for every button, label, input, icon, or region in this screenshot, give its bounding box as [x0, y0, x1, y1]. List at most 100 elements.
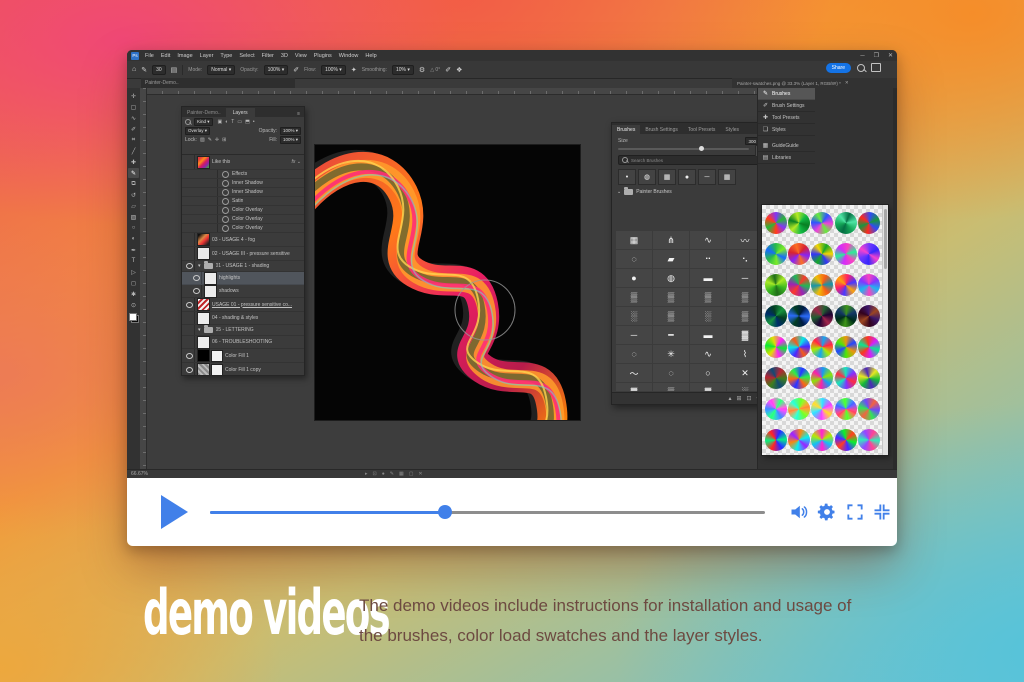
layer-row[interactable]: Inner Shadow	[182, 188, 304, 197]
overlay-icon[interactable]: ▢	[409, 471, 414, 477]
blur-tool-icon[interactable]: ○	[128, 223, 139, 233]
brush-preset[interactable]: 〜	[616, 364, 652, 382]
visibility-toggle[interactable]	[185, 155, 195, 169]
mode-select[interactable]: Normal ▾	[207, 65, 235, 75]
opacity-select[interactable]: 100% ▾	[264, 65, 289, 75]
eraser-tool-icon[interactable]: ▱	[128, 201, 139, 211]
dock-brush-settings[interactable]: ✐Brush Settings	[758, 100, 815, 112]
brush-preset[interactable]: ▒	[616, 288, 652, 306]
layer-row[interactable]: 06 - TROUBLESHOOTING	[182, 336, 304, 349]
brush-preset[interactable]: ✳	[653, 345, 689, 363]
layer-row[interactable]: Color Fill 1	[182, 349, 304, 363]
lock-icon[interactable]: ✎	[208, 137, 212, 143]
visibility-toggle[interactable]	[185, 312, 195, 324]
visibility-toggle[interactable]	[208, 224, 218, 232]
menu-window[interactable]: Window	[339, 53, 359, 59]
lasso-tool-icon[interactable]: ∿	[128, 113, 139, 123]
tab-brush-settings[interactable]: Brush Settings	[640, 125, 683, 134]
menu-view[interactable]: View	[295, 53, 307, 59]
layer-thumbnail[interactable]	[198, 350, 209, 361]
doc-tab-behind[interactable]: Painter-Demo..	[182, 108, 226, 117]
brush-preset[interactable]: ▒	[653, 288, 689, 306]
layer-mask-thumbnail[interactable]	[212, 365, 222, 375]
filter-icon[interactable]: ⬒	[245, 119, 250, 125]
recent-brush[interactable]: ▦	[658, 169, 676, 185]
visibility-toggle[interactable]	[185, 261, 195, 271]
search-icon[interactable]	[857, 64, 865, 72]
visibility-toggle[interactable]	[185, 325, 195, 335]
menu-edit[interactable]: Edit	[161, 53, 170, 59]
pressure-opacity-icon[interactable]: ✐	[293, 66, 299, 74]
menu-filter[interactable]: Filter	[262, 53, 274, 59]
dodge-tool-icon[interactable]: ◐	[128, 234, 139, 244]
brush-preset[interactable]: ⠒	[690, 250, 726, 268]
brush-preset[interactable]: ◌	[616, 250, 652, 268]
brush-preset[interactable]: ▒	[690, 288, 726, 306]
menu-layer[interactable]: Layer	[200, 53, 214, 59]
tab-close-icon[interactable]: ✕	[845, 80, 849, 86]
tab-styles[interactable]: Styles	[720, 125, 744, 134]
footer-icon[interactable]: ⊡	[746, 395, 751, 402]
workspace-switcher-icon[interactable]	[871, 63, 881, 72]
swatches-scrollbar[interactable]	[882, 205, 888, 455]
lock-icon[interactable]: ▨	[200, 137, 205, 143]
recent-brush[interactable]: ─	[698, 169, 716, 185]
layer-row[interactable]: Color Overlay	[182, 224, 304, 233]
overlay-icon[interactable]: ⊡	[373, 471, 377, 477]
compress-icon[interactable]	[872, 502, 892, 522]
dock-styles[interactable]: ❏Styles	[758, 124, 815, 136]
tab-tool-presets[interactable]: Tool Presets	[683, 125, 721, 134]
overlay-icon[interactable]: ▸	[365, 471, 368, 477]
visibility-toggle[interactable]	[208, 215, 218, 223]
brush-preset[interactable]: ▦	[616, 231, 652, 249]
progress-knob[interactable]	[438, 505, 452, 519]
brush-folder-row[interactable]: ⌄ Painter Brushes	[617, 189, 771, 195]
brush-preset[interactable]: ⋔	[653, 231, 689, 249]
type-tool-icon[interactable]: T	[128, 256, 139, 266]
layer-row[interactable]: USAGE 01 - pressure sensitive co...	[182, 298, 304, 312]
layer-row[interactable]: 02 - USAGE III - pressure sensitive	[182, 247, 304, 261]
group-chevron[interactable]: ▾	[198, 327, 201, 333]
brush-preset[interactable]: ●	[616, 269, 652, 287]
volume-icon[interactable]	[789, 502, 809, 522]
dock-brushes[interactable]: ✎Brushes	[758, 88, 815, 100]
brush-preset[interactable]: ▰	[653, 250, 689, 268]
share-button[interactable]: Share	[826, 63, 851, 73]
brush-preset[interactable]: ─	[616, 326, 652, 344]
visibility-toggle[interactable]	[192, 272, 202, 284]
size-slider-knob[interactable]	[699, 146, 704, 151]
brush-preset[interactable]: ∿	[690, 231, 726, 249]
smoothing-gear-icon[interactable]: ⚙	[419, 66, 425, 74]
close-icon[interactable]: ✕	[888, 52, 893, 59]
layer-row[interactable]: Color Overlay	[182, 215, 304, 224]
brush-preset[interactable]: ░	[616, 307, 652, 325]
visibility-toggle[interactable]	[208, 188, 218, 196]
layer-row[interactable]: 03 - USAGE 4 - fog	[182, 233, 304, 247]
overlay-icon[interactable]: ✎	[390, 471, 394, 477]
brush-preset-icon[interactable]: ✎	[141, 66, 147, 74]
tab-brushes[interactable]: Brushes	[612, 125, 640, 134]
layer-row[interactable]: highlights	[182, 272, 304, 285]
layer-row[interactable]: Color Fill 1 copy	[182, 363, 304, 375]
filter-icon[interactable]: •	[253, 119, 255, 125]
dock-libraries[interactable]: ▤Libraries	[758, 152, 815, 164]
brush-preset[interactable]: ▓	[690, 383, 726, 391]
menu-select[interactable]: Select	[239, 53, 254, 59]
brush-preset[interactable]: ░	[690, 307, 726, 325]
menu-image[interactable]: Image	[177, 53, 192, 59]
menu-plugins[interactable]: Plugins	[314, 53, 332, 59]
layer-thumbnail[interactable]	[198, 157, 209, 168]
layer-row[interactable]: ▾01 - USAGE 1 - shading	[182, 261, 304, 272]
path-select-tool-icon[interactable]: ▷	[128, 267, 139, 277]
zoom-level[interactable]: 66.67%	[131, 471, 148, 477]
layer-thumbnail[interactable]	[205, 286, 216, 297]
layer-fill[interactable]: 100% ▾	[280, 136, 301, 144]
smoothing-select[interactable]: 10% ▾	[392, 65, 414, 75]
layer-row[interactable]: shadows	[182, 285, 304, 298]
eyedropper-tool-icon[interactable]: ╱	[128, 146, 139, 156]
visibility-toggle[interactable]	[185, 298, 195, 311]
brush-tool-icon[interactable]: ✎	[128, 168, 139, 178]
progress-track[interactable]	[210, 511, 765, 514]
layer-thumbnail[interactable]	[198, 337, 209, 348]
group-chevron[interactable]: ▾	[198, 263, 201, 269]
